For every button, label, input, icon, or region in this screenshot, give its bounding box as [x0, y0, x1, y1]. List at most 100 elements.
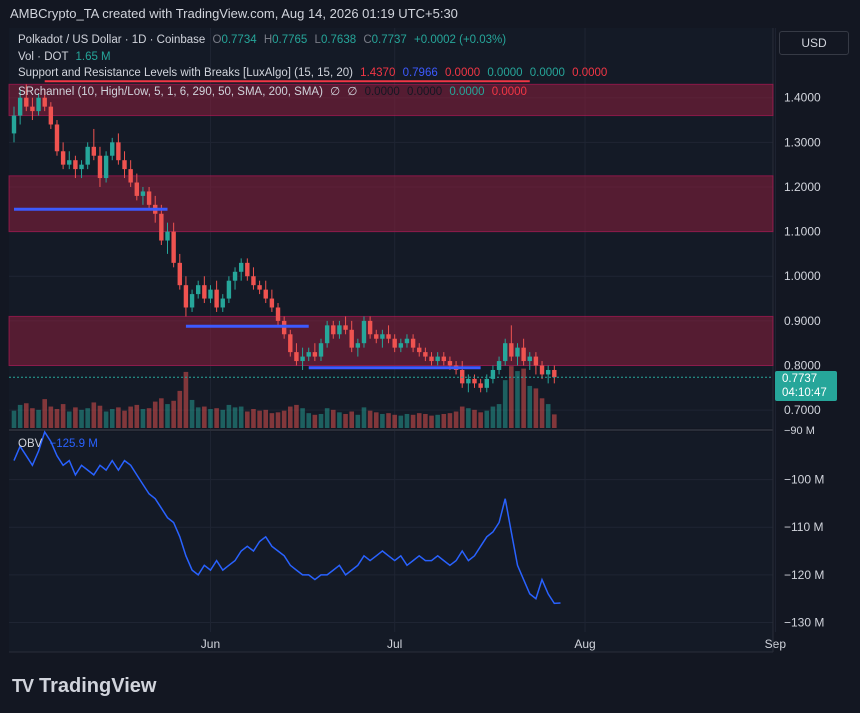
volume-bar — [539, 398, 545, 428]
indicator-1-value-3: 0.0000 — [444, 67, 481, 79]
volume-bar — [300, 408, 305, 428]
volume-bar — [453, 411, 459, 428]
candle-body — [361, 320, 367, 344]
indicator-1-name[interactable]: Support and Resistance Levels with Break… — [18, 67, 353, 79]
time-tick-label: Jun — [201, 637, 220, 651]
candle-body — [374, 334, 379, 339]
obv-legend: OBV −125.9 M — [18, 438, 98, 450]
currency-button[interactable]: USD — [779, 31, 849, 55]
volume-bar — [472, 409, 477, 428]
brand-name: TradingView — [39, 674, 157, 697]
volume-bar — [496, 404, 502, 428]
volume-bar — [324, 408, 330, 428]
candle-body — [165, 231, 170, 241]
obv-tick-label: −100 M — [784, 473, 824, 487]
candle-body — [208, 289, 213, 299]
legend-vol-label[interactable]: Vol · DOT — [18, 51, 68, 63]
volume-bar — [312, 414, 318, 428]
legend-c-value: 0.7737 — [371, 34, 407, 46]
price-tick-label: 1.0000 — [784, 269, 821, 283]
candle-body — [533, 356, 539, 366]
volume-bar — [404, 413, 410, 428]
volume-bar — [552, 414, 557, 428]
candle-body — [306, 352, 311, 357]
volume-bar — [398, 415, 404, 428]
candle-body — [515, 347, 520, 357]
tradingview-brand: TV TradingView — [12, 674, 156, 698]
candle-body — [380, 334, 385, 339]
candle-body — [503, 343, 508, 362]
header-note: AMBCrypto_TA created with TradingView.co… — [10, 6, 458, 21]
volume-bar — [441, 413, 447, 428]
candle-body — [245, 262, 250, 277]
candle-body — [355, 343, 361, 348]
candle-body — [103, 155, 109, 179]
volume-bar — [380, 413, 385, 428]
volume-bar — [202, 406, 207, 428]
candle-body — [527, 356, 532, 362]
volume-bar — [134, 404, 140, 428]
candle-body — [509, 343, 514, 357]
volume-bar — [54, 409, 60, 428]
legend-symbol[interactable]: Polkadot / US Dollar · 1D · Coinbase — [18, 34, 205, 46]
volume-bar — [288, 406, 293, 428]
candle-body — [140, 191, 146, 196]
candle-body — [232, 271, 238, 281]
volume-bar — [263, 409, 269, 428]
candle-body — [496, 361, 502, 370]
candle-body — [42, 97, 47, 107]
legend-o-value: 0.7734 — [221, 34, 257, 46]
candle-body — [521, 347, 526, 362]
resistance-zone — [8, 315, 774, 367]
candle-body — [417, 347, 422, 353]
candle-body — [214, 289, 219, 308]
candle-body — [386, 334, 391, 339]
candle-body — [128, 169, 133, 183]
volume-bar — [183, 371, 189, 428]
volume-bar — [91, 402, 97, 428]
candle-body — [269, 298, 275, 308]
volume-bar — [116, 407, 121, 428]
candle-body — [54, 124, 60, 152]
candle-body — [122, 160, 127, 170]
price-tick-label: 1.2000 — [784, 180, 821, 194]
volume-bar — [533, 388, 539, 428]
candle-body — [441, 356, 446, 362]
candle-body — [97, 155, 103, 179]
indicator-2-name[interactable]: SRchannel (10, High/Low, 5, 1, 6, 290, 5… — [18, 86, 323, 98]
volume-bar — [146, 408, 152, 428]
volume-bar — [85, 408, 90, 428]
volume-bar — [294, 404, 299, 428]
candle-body — [288, 334, 293, 353]
indicator-2-symbol-1: ∅ — [330, 86, 341, 98]
chart-canvas[interactable]: 1.40001.30001.20001.10001.00000.90000.80… — [0, 0, 860, 713]
candle-body — [60, 151, 66, 165]
candle-body — [263, 289, 268, 299]
legend-h-label: H — [263, 34, 273, 46]
bar-countdown: 04:10:47 — [782, 387, 827, 399]
candle-body — [17, 97, 23, 116]
volume-bar — [220, 409, 226, 428]
volume-bar — [66, 411, 72, 428]
obv-pane-bg — [9, 432, 773, 652]
legend-c-label: C — [363, 34, 372, 46]
volume-bar — [140, 409, 146, 428]
volume-bar — [466, 408, 471, 428]
candle-body — [238, 262, 244, 272]
indicator-2-value-2: 0.0000 — [406, 86, 443, 98]
volume-bar — [330, 409, 336, 428]
indicator-1-value-4: 0.0000 — [487, 67, 523, 79]
candle-body — [79, 164, 84, 170]
volume-bar — [36, 409, 41, 428]
candle-body — [349, 329, 354, 348]
volume-bar — [103, 411, 109, 428]
time-tick-label: Aug — [574, 637, 595, 651]
candle-body — [183, 285, 189, 308]
volume-bar — [429, 415, 434, 428]
candle-body — [110, 142, 115, 156]
last-price-value: 0.7737 — [782, 373, 818, 385]
volume-bar — [159, 398, 164, 428]
obv-label[interactable]: OBV — [18, 438, 42, 450]
volume-bar — [128, 406, 133, 428]
candle-body — [539, 365, 545, 375]
